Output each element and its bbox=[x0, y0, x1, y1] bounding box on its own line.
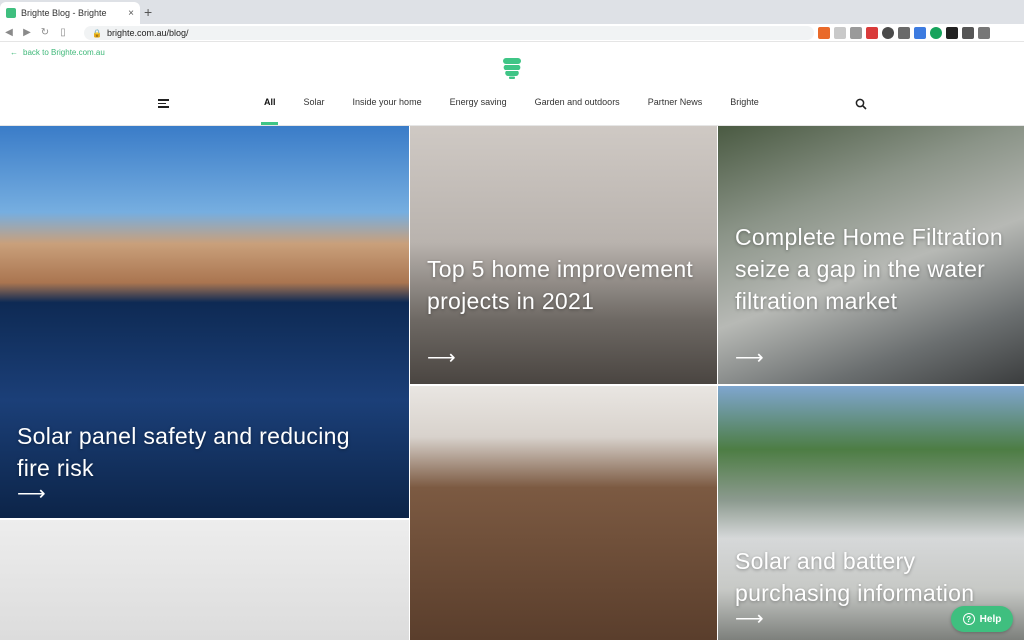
arrow-right-icon: ⟶ bbox=[735, 608, 764, 630]
post-title: Top 5 home improvement projects in 2021 bbox=[427, 256, 694, 314]
block-icon[interactable] bbox=[882, 27, 894, 39]
back-arrow-icon: ← bbox=[10, 48, 18, 57]
ext-grey-icon[interactable] bbox=[834, 27, 846, 39]
post-tile-flooring[interactable] bbox=[410, 386, 717, 640]
extensions-bar bbox=[818, 27, 990, 39]
arrow-icon[interactable] bbox=[898, 27, 910, 39]
help-question-icon: ? bbox=[962, 613, 975, 625]
nav-inside-your-home[interactable]: Inside your home bbox=[353, 97, 422, 107]
back-icon[interactable]: ◀ bbox=[0, 27, 18, 38]
new-tab-button[interactable]: + bbox=[144, 4, 152, 20]
post-tile-solar-battery[interactable]: Solar and battery purchasing information… bbox=[718, 386, 1024, 640]
nav-all[interactable]: All bbox=[264, 97, 276, 107]
nav-brighte[interactable]: Brighte bbox=[730, 97, 759, 107]
camera-icon[interactable] bbox=[850, 27, 862, 39]
arrow-right-icon: ⟶ bbox=[735, 347, 764, 369]
puzzle-icon[interactable] bbox=[962, 27, 974, 39]
back-link-label: back to Brighte.com.au bbox=[23, 48, 105, 57]
url-text: brighte.com.au/blog/ bbox=[106, 28, 189, 38]
reload-icon[interactable]: ↻ bbox=[36, 27, 54, 38]
help-label: Help bbox=[979, 613, 1002, 625]
post-title: Solar and battery purchasing information bbox=[735, 548, 975, 606]
nav-solar[interactable]: Solar bbox=[304, 97, 325, 107]
brighte-favicon-icon bbox=[6, 8, 16, 18]
arrow-right-icon: ⟶ bbox=[427, 347, 456, 369]
arrow-right-icon: ⟶ bbox=[17, 483, 46, 505]
nav-garden-and-outdoors[interactable]: Garden and outdoors bbox=[535, 97, 620, 107]
post-tile-solar-safety[interactable]: Solar panel safety and reducing fire ris… bbox=[0, 126, 409, 518]
category-nav: All Solar Inside your home Energy saving… bbox=[264, 97, 787, 107]
browser-tab[interactable]: Brighte Blog - Brighte × bbox=[0, 2, 140, 24]
post-tile-home-improvement[interactable]: Top 5 home improvement projects in 2021 … bbox=[410, 126, 717, 384]
nav-partner-news[interactable]: Partner News bbox=[648, 97, 703, 107]
notion-icon[interactable] bbox=[946, 27, 958, 39]
search-icon[interactable] bbox=[855, 98, 867, 110]
forward-icon[interactable]: ▶ bbox=[18, 27, 36, 38]
post-title: Solar panel safety and reducing fire ris… bbox=[17, 423, 350, 481]
bookmark-icon[interactable]: ▯ bbox=[54, 27, 72, 38]
help-button[interactable]: ? Help bbox=[951, 606, 1013, 632]
url-field[interactable]: 🔒 brighte.com.au/blog/ bbox=[84, 26, 814, 40]
post-tile-water-filtration[interactable]: Complete Home Filtration seize a gap in … bbox=[718, 126, 1024, 384]
post-title: Complete Home Filtration seize a gap in … bbox=[735, 224, 1003, 314]
post-tile-light-switch[interactable] bbox=[0, 520, 409, 640]
brave-icon[interactable] bbox=[818, 27, 830, 39]
tab-close-icon[interactable]: × bbox=[128, 8, 134, 19]
lock-icon: 🔒 bbox=[92, 28, 102, 38]
menu-dots-icon[interactable] bbox=[978, 27, 990, 39]
flooring-hands-image bbox=[410, 386, 717, 640]
nav-energy-saving[interactable]: Energy saving bbox=[450, 97, 507, 107]
tab-title: Brighte Blog - Brighte bbox=[21, 8, 107, 18]
light-switch-image bbox=[0, 520, 409, 640]
badge-red-icon[interactable] bbox=[866, 27, 878, 39]
grammarly-icon[interactable] bbox=[930, 27, 942, 39]
brighte-logo-icon[interactable] bbox=[503, 57, 521, 79]
hamburger-menu-icon[interactable] bbox=[158, 99, 169, 108]
translate-icon[interactable] bbox=[914, 27, 926, 39]
browser-tab-bar: Brighte Blog - Brighte × + bbox=[0, 0, 1024, 24]
back-to-site-link[interactable]: ← back to Brighte.com.au bbox=[10, 48, 105, 57]
address-bar-row: ◀ ▶ ↻ ▯ 🔒 brighte.com.au/blog/ bbox=[0, 24, 1024, 42]
